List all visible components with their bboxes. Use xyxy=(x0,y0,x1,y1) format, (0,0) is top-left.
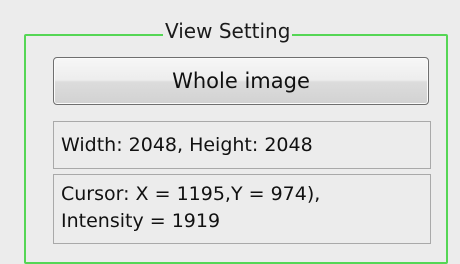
intensity-text: Intensity = 1919 xyxy=(61,210,221,232)
image-size-display: Width: 2048, Height: 2048 xyxy=(53,121,431,169)
whole-image-button[interactable]: Whole image xyxy=(53,57,429,105)
image-size-text: Width: 2048, Height: 2048 xyxy=(61,133,313,156)
cursor-position-text: Cursor: X = 1195,Y = 974), xyxy=(61,183,321,205)
view-setting-title: View Setting xyxy=(163,18,293,44)
cursor-info-display: Cursor: X = 1195,Y = 974), Intensity = 1… xyxy=(53,174,431,244)
